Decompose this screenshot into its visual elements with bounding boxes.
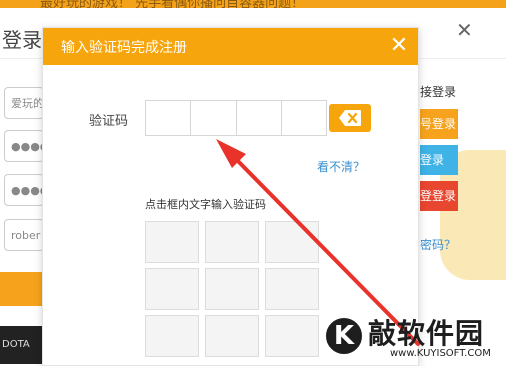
site-watermark: K 敲软件园 www.KUYISOFT.COM (324, 310, 506, 364)
watermark-url: www.KUYISOFT.COM (390, 348, 491, 359)
watermark-logo: K (324, 316, 364, 356)
watermark-text: 敲软件园 (368, 317, 485, 350)
